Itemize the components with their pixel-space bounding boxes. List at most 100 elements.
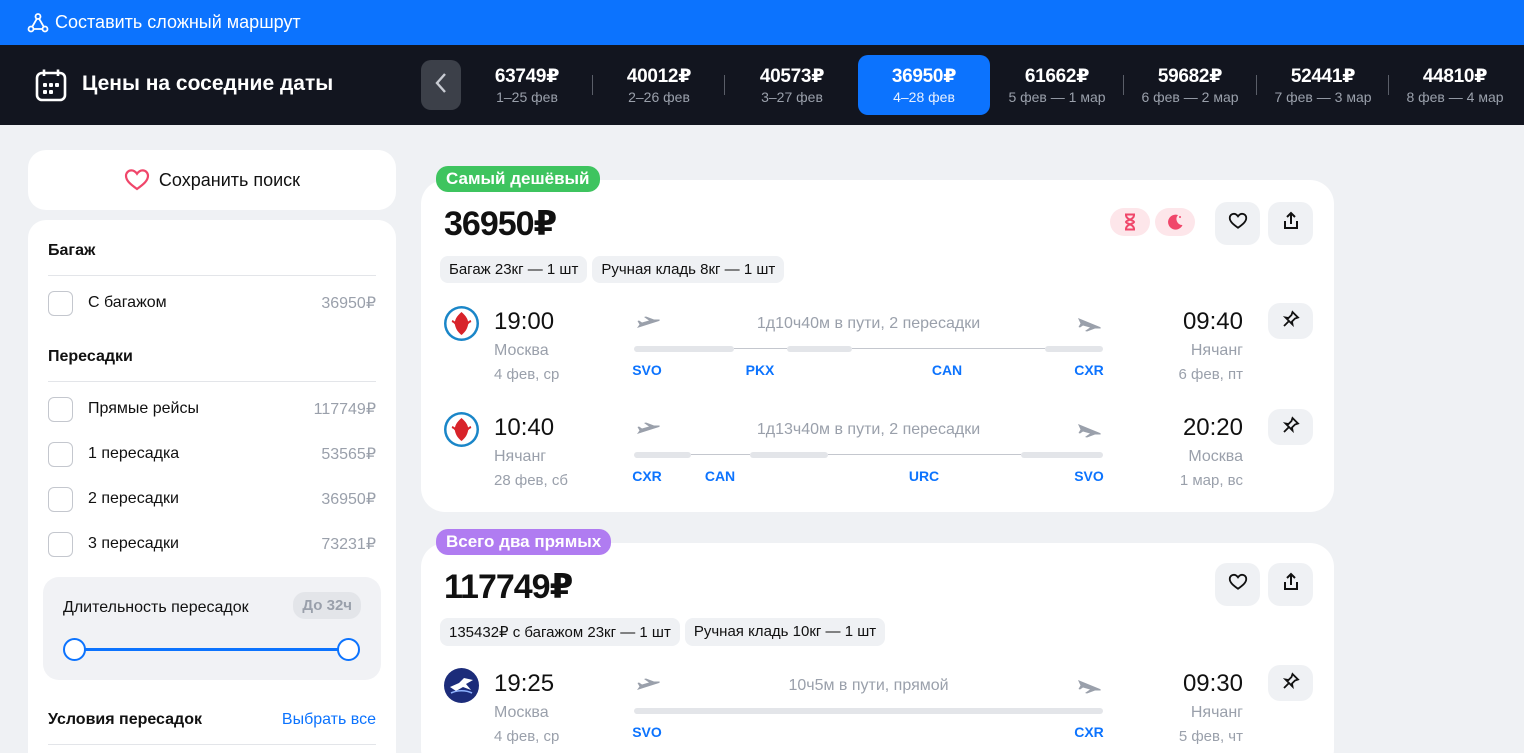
save-search-button[interactable]: Сохранить поиск xyxy=(28,150,396,210)
checkbox[interactable] xyxy=(48,290,73,316)
prev-dates-button[interactable] xyxy=(421,60,461,110)
departure-city: Нячанг xyxy=(494,448,547,465)
filter-baggage[interactable]: С багажом 36950₽ xyxy=(48,290,376,316)
departure-city: Москва xyxy=(494,704,549,721)
filter-label: С багажом xyxy=(88,294,167,311)
date-option[interactable]: 61662₽ 5 фев — 1 мар xyxy=(991,55,1123,115)
heart-icon xyxy=(124,168,150,192)
layover-line xyxy=(852,348,1045,349)
ticket-card[interactable]: 36950₽ Багаж 23кг — 1 шт Ручная кладь 8к… xyxy=(421,180,1334,512)
date-option[interactable]: 40012₽ 2–26 фев xyxy=(593,55,725,115)
baggage-chip: Багаж 23кг — 1 шт xyxy=(440,256,588,283)
filter-price: 36950₽ xyxy=(321,491,376,508)
flight-leg-bar xyxy=(750,452,828,458)
pin-icon xyxy=(1282,309,1300,333)
share-icon xyxy=(1282,572,1300,597)
filter-direct[interactable]: Прямые рейсы 117749₽ xyxy=(48,396,376,422)
hand-luggage-chip: Ручная кладь 10кг — 1 шт xyxy=(684,618,886,646)
favorite-button[interactable] xyxy=(1215,202,1260,245)
arrival-city: Нячанг xyxy=(1190,342,1243,359)
filter-label: 1 пересадка xyxy=(88,445,180,462)
airline-logo-icon xyxy=(444,306,479,341)
date-option[interactable]: 63749₽ 1–25 фев xyxy=(461,55,593,115)
flight-leg-bar xyxy=(634,452,691,458)
duration-slider-max-handle[interactable] xyxy=(337,638,360,661)
filter-price: 53565₽ xyxy=(321,446,376,463)
arrival-time: 09:40 xyxy=(1182,308,1243,335)
flight-duration: 1д13ч40м в пути, 2 пересадки xyxy=(756,421,981,438)
flight-leg-bar xyxy=(787,346,852,352)
calendar-icon xyxy=(35,68,67,102)
airline-logo-icon xyxy=(444,668,479,703)
date-price: 44810₽ xyxy=(1422,66,1488,87)
date-price: 63749₽ xyxy=(494,66,560,87)
checkbox[interactable] xyxy=(48,531,73,557)
heart-icon xyxy=(1228,573,1248,596)
arrival-city: Москва xyxy=(1188,448,1243,465)
date-range: 6 фев — 2 мар xyxy=(1141,89,1239,105)
ticket-price: 36950₽ xyxy=(444,205,557,243)
pin-icon xyxy=(1282,415,1300,439)
departure-date: 4 фев, ср xyxy=(494,366,560,383)
pin-button[interactable] xyxy=(1268,409,1313,445)
ticket-card[interactable]: 117749₽ 135432₽ с багажом 23кг — 1 шт Ру… xyxy=(421,543,1334,753)
filter-label: 2 пересадки xyxy=(88,490,179,507)
save-search-label: Сохранить поиск xyxy=(158,169,301,190)
transfer-duration-label: Длительность пересадок xyxy=(63,599,249,616)
date-price: 40012₽ xyxy=(626,66,692,87)
date-option[interactable]: 44810₽ 8 фев — 4 мар xyxy=(1389,55,1521,115)
pin-button[interactable] xyxy=(1268,665,1313,701)
date-option[interactable]: 52441₽ 7 фев — 3 мар xyxy=(1257,55,1389,115)
baggage-chips: Багаж 23кг — 1 шт Ручная кладь 8кг — 1 ш… xyxy=(440,256,785,283)
layover-line xyxy=(691,454,750,455)
cheapest-tag: Самый дешёвый xyxy=(436,166,600,192)
route-icon xyxy=(27,12,49,34)
chevron-left-icon xyxy=(434,71,448,100)
date-price: 59682₽ xyxy=(1157,66,1223,87)
duration-slider-min-handle[interactable] xyxy=(63,638,86,661)
layover-line xyxy=(734,348,787,349)
arrival-date: 6 фев, пт xyxy=(1178,366,1244,383)
divider xyxy=(48,275,376,276)
date-option-selected[interactable]: 36950₽ 4–28 фев xyxy=(858,55,990,115)
complex-route-bar[interactable]: Составить сложный маршрут xyxy=(0,0,1524,45)
landing-icon xyxy=(1076,316,1102,332)
filter-3-transfers[interactable]: 3 пересадки 73231₽ xyxy=(48,531,376,557)
arrival-city: Нячанг xyxy=(1190,704,1243,721)
departure-time: 19:25 xyxy=(494,670,555,697)
share-button[interactable] xyxy=(1268,563,1313,606)
select-all-link[interactable]: Выбрать все xyxy=(282,711,376,729)
share-button[interactable] xyxy=(1268,202,1313,245)
filter-label: 3 пересадки xyxy=(88,535,179,552)
filter-label: Прямые рейсы xyxy=(88,400,199,417)
direct-flights-tag: Всего два прямых xyxy=(436,529,612,555)
filter-price: 117749₽ xyxy=(313,401,376,418)
filter-2-transfers[interactable]: 2 пересадки 36950₽ xyxy=(48,486,376,512)
filter-1-transfer[interactable]: 1 пересадка 53565₽ xyxy=(48,441,376,467)
flight-leg-bar xyxy=(1045,346,1103,352)
airport-code: URC xyxy=(908,468,940,484)
filter-price: 36950₽ xyxy=(321,295,376,312)
filter-price: 73231₽ xyxy=(321,536,376,553)
checkbox[interactable] xyxy=(48,441,73,467)
divider xyxy=(48,744,376,745)
complex-route-label: Составить сложный маршрут xyxy=(55,12,301,32)
favorite-button[interactable] xyxy=(1215,563,1260,606)
date-range: 4–28 фев xyxy=(893,89,955,105)
checkbox[interactable] xyxy=(48,396,73,422)
night-icon xyxy=(1155,208,1195,236)
date-range: 2–26 фев xyxy=(628,89,690,105)
arrival-time: 09:30 xyxy=(1182,670,1243,697)
date-option[interactable]: 40573₽ 3–27 фев xyxy=(726,55,858,115)
date-range: 3–27 фев xyxy=(761,89,823,105)
pin-icon xyxy=(1282,671,1300,695)
date-range: 1–25 фев xyxy=(496,89,558,105)
duration-slider-track[interactable] xyxy=(75,648,349,651)
arrival-date: 5 фев, чт xyxy=(1178,728,1243,745)
baggage-chips: 135432₽ с багажом 23кг — 1 шт Ручная кла… xyxy=(440,618,886,646)
checkbox[interactable] xyxy=(48,486,73,512)
flight-segment: 19:00 Москва 4 фев, ср 1д10ч40м в пути, … xyxy=(421,303,1334,402)
date-option[interactable]: 59682₽ 6 фев — 2 мар xyxy=(1124,55,1256,115)
pin-button[interactable] xyxy=(1268,303,1313,339)
flight-leg-bar xyxy=(634,708,1103,714)
